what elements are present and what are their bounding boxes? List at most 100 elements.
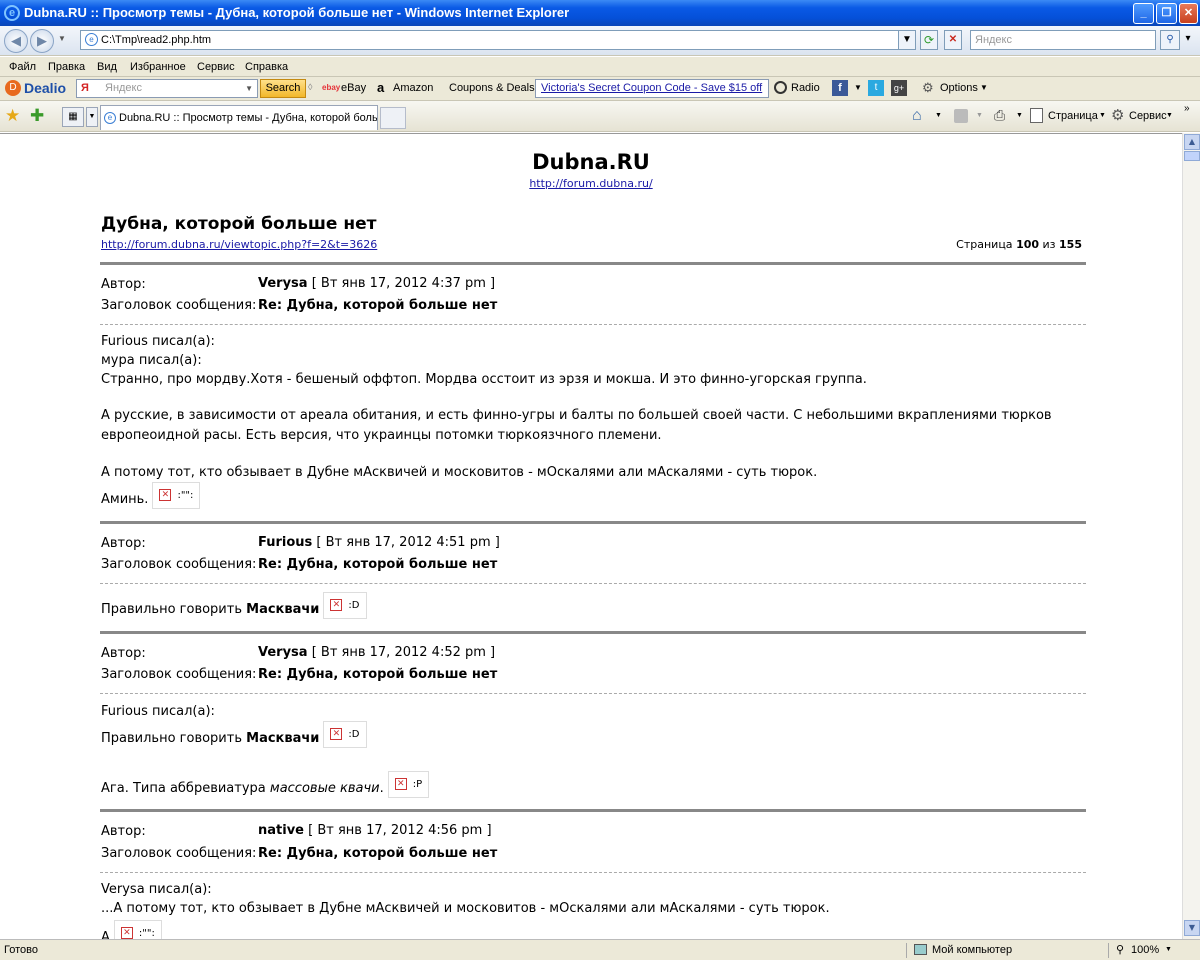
radio-button[interactable]: Radio: [791, 82, 820, 94]
author-label: Автор:: [101, 277, 146, 292]
print-icon[interactable]: ⎙: [994, 107, 1005, 124]
smiley-alt: :P: [412, 779, 423, 790]
post-subject: Re: Дубна, которой больше нет: [258, 298, 498, 313]
post-text-line: Правильно говорить Масквачи ✕:D: [101, 721, 367, 748]
minimize-button[interactable]: _: [1133, 3, 1154, 24]
chevron-down-icon[interactable]: ▼: [935, 112, 942, 119]
chevron-down-icon[interactable]: ▼: [1166, 112, 1173, 119]
feeds-icon[interactable]: [954, 109, 968, 123]
tab-list-icon[interactable]: ▼: [86, 107, 98, 127]
post-author-line: Verysa [ Вт янв 17, 2012 4:37 pm ]: [258, 276, 495, 291]
toolbar-separator-icon: ◊: [308, 82, 313, 92]
favorites-star-icon[interactable]: ★: [5, 106, 20, 126]
google-plus-icon[interactable]: g+: [891, 80, 907, 96]
post-text-bold: Масквачи: [246, 731, 320, 746]
navigation-bar: ◀ ▶ ▼ e C:\Tmp\read2.php.htm ▼ ⟳ ✕ Яндек…: [0, 26, 1200, 56]
broken-image-icon: ✕: [159, 489, 172, 501]
site-url-link[interactable]: http://forum.dubna.ru/: [529, 177, 652, 190]
post-text-line: А ✕:"":: [101, 920, 162, 939]
menu-tools[interactable]: Сервис: [197, 61, 235, 73]
scroll-down-icon[interactable]: ▼: [1184, 920, 1200, 936]
menu-edit[interactable]: Правка: [48, 61, 85, 73]
scroll-up-icon[interactable]: ▲: [1184, 134, 1200, 150]
author-label: Автор:: [101, 646, 146, 661]
amazon-link[interactable]: Amazon: [393, 82, 433, 94]
tab-title: Dubna.RU :: Просмотр темы - Дубна, котор…: [119, 112, 378, 124]
post-subject-wrap: Re: Дубна, которой больше нет: [258, 298, 497, 313]
stop-icon[interactable]: ✕: [944, 30, 962, 50]
post-text-line: европеоидной расы. Есть версия, что укра…: [101, 428, 662, 443]
quick-tabs-icon[interactable]: ▦: [62, 107, 84, 127]
search-input[interactable]: Яндекс: [970, 30, 1156, 50]
chevron-down-icon[interactable]: ▼: [1099, 112, 1106, 119]
maximize-button[interactable]: ❐: [1156, 3, 1177, 24]
gear-icon: ⚙: [1111, 107, 1125, 124]
tools-menu[interactable]: Сервис: [1129, 110, 1167, 122]
toolbar-search-button[interactable]: Search: [260, 79, 306, 98]
post-text: Правильно говорить: [101, 602, 247, 617]
coupons-link[interactable]: Coupons & Deals: [449, 82, 535, 94]
new-tab-button[interactable]: [380, 107, 406, 129]
post-quote-header: Verysa писал(а):: [101, 882, 212, 897]
post-author: Verysa: [258, 645, 308, 660]
broken-image-icon: ✕: [394, 778, 407, 790]
zoom-level[interactable]: 100%: [1131, 944, 1159, 956]
post-subject-wrap: Re: Дубна, которой больше нет: [258, 667, 497, 682]
smiley-alt: :"":: [177, 490, 194, 501]
toolbar-search-input[interactable]: Я Яндекс ▼: [76, 79, 258, 98]
history-dropdown-icon[interactable]: ▼: [58, 34, 66, 43]
subject-label: Заголовок сообщения:: [101, 557, 257, 572]
address-bar[interactable]: e C:\Tmp\read2.php.htm: [80, 30, 914, 50]
address-dropdown-icon[interactable]: ▼: [898, 30, 916, 50]
facebook-icon[interactable]: f: [832, 80, 848, 96]
tab-active[interactable]: e Dubna.RU :: Просмотр темы - Дубна, кот…: [100, 105, 378, 130]
close-button[interactable]: ✕: [1179, 3, 1198, 24]
chevron-down-icon[interactable]: ▼: [980, 83, 988, 92]
pager-current: 100: [1016, 238, 1040, 251]
vertical-scrollbar[interactable]: ▲ ▼: [1182, 133, 1200, 939]
refresh-icon[interactable]: ⟳: [920, 30, 938, 50]
post-date: [ Вт янв 17, 2012 4:51 pm ]: [316, 535, 500, 550]
post-author: native: [258, 823, 304, 838]
post-subject: Re: Дубна, которой больше нет: [258, 846, 498, 861]
author-label: Автор:: [101, 536, 146, 551]
search-go-icon[interactable]: ⚲: [1160, 30, 1180, 50]
post-date: [ Вт янв 17, 2012 4:37 pm ]: [311, 276, 496, 291]
forward-button[interactable]: ▶: [30, 29, 54, 53]
post-text-partial: А: [101, 930, 110, 939]
coupon-ad-dropdown[interactable]: Victoria's Secret Coupon Code - Save $15…: [535, 79, 769, 98]
toolbar-expand-icon[interactable]: »: [1184, 103, 1190, 114]
post-date: [ Вт янв 17, 2012 4:56 pm ]: [308, 823, 492, 838]
post-separator: [100, 809, 1086, 812]
chevron-down-icon[interactable]: ▼: [1016, 112, 1023, 119]
menu-favorites[interactable]: Избранное: [130, 61, 186, 73]
topic-url-link[interactable]: http://forum.dubna.ru/viewtopic.php?f=2&…: [101, 238, 377, 251]
post-date: [ Вт янв 17, 2012 4:52 pm ]: [311, 645, 496, 660]
scroll-thumb[interactable]: [1184, 151, 1200, 161]
zoom-icon[interactable]: ⚲: [1116, 943, 1124, 956]
add-favorite-icon[interactable]: ✚: [30, 106, 44, 126]
chevron-down-icon[interactable]: ▼: [1165, 946, 1172, 953]
twitter-icon[interactable]: t: [868, 80, 884, 96]
post-subject-wrap: Re: Дубна, которой больше нет: [258, 846, 497, 861]
home-icon[interactable]: ⌂: [912, 107, 922, 125]
search-options-icon[interactable]: ▾: [1181, 30, 1195, 50]
smiley-image: ✕ :"":: [152, 482, 201, 509]
broken-image-icon: ✕: [330, 728, 343, 740]
page-menu[interactable]: Страница: [1048, 110, 1098, 122]
post-divider: [100, 324, 1086, 325]
status-text: Готово: [4, 944, 38, 956]
back-button[interactable]: ◀: [4, 29, 28, 53]
post-text-line: А потому тот, кто обзывает в Дубне мАскв…: [101, 465, 818, 480]
window-title: Dubna.RU :: Просмотр темы - Дубна, котор…: [24, 5, 570, 20]
chevron-down-icon[interactable]: ▼: [854, 83, 862, 92]
ebay-link[interactable]: eBay: [341, 82, 366, 94]
smiley-alt: :D: [348, 729, 360, 740]
post-text-line: А русские, в зависимости от ареала обита…: [101, 408, 1052, 423]
menu-file[interactable]: Файл: [9, 61, 36, 73]
post-divider: [100, 693, 1086, 694]
menu-view[interactable]: Вид: [97, 61, 117, 73]
menu-help[interactable]: Справка: [245, 61, 288, 73]
options-button[interactable]: Options: [940, 82, 978, 94]
chevron-down-icon[interactable]: ▼: [976, 112, 983, 119]
